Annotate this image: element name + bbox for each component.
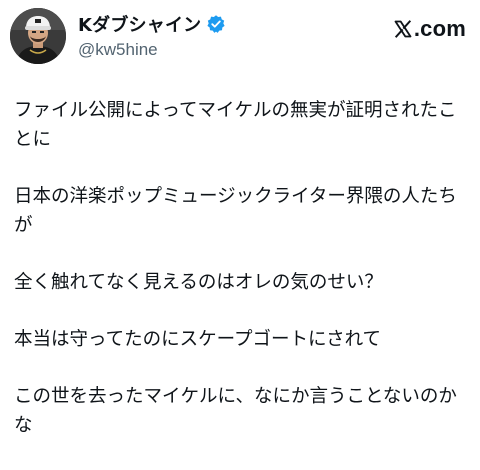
x-com-brand[interactable]: .com xyxy=(393,16,466,42)
post-header: Kダブシャイン @kw5hine .com xyxy=(10,8,470,64)
post-paragraph-1: ファイル公開によってマイケルの無実が証明されたことに xyxy=(14,100,457,150)
avatar[interactable] xyxy=(10,8,66,64)
post-card: Kダブシャイン @kw5hine .com ファイル公開によってマイケルの無実が… xyxy=(0,0,480,470)
author-handle[interactable]: @kw5hine xyxy=(78,40,338,60)
brand-domain-text: .com xyxy=(413,16,466,41)
user-avatar-photo-icon xyxy=(10,8,66,64)
post-paragraph-2: 日本の洋楽ポップミュージックライター界隈の人たちが xyxy=(14,186,457,236)
verified-badge-icon xyxy=(206,14,226,34)
post-paragraph-5: この世を去ったマイケルに、なにか言うことないのかな xyxy=(14,386,457,436)
author-display-name[interactable]: Kダブシャイン xyxy=(78,11,201,37)
display-name-row: Kダブシャイン xyxy=(78,12,338,36)
post-paragraph-3: 全く触れてなく見えるのはオレの気のせい？ xyxy=(14,272,383,293)
post-paragraph-4: 本当は守ってたのにスケープゴートにされて xyxy=(14,329,382,350)
author-info: Kダブシャイン @kw5hine xyxy=(78,12,338,62)
post-text: ファイル公開によってマイケルの無実が証明されたことに 日本の洋楽ポップミュージッ… xyxy=(14,96,470,440)
x-logo-icon xyxy=(393,19,413,39)
